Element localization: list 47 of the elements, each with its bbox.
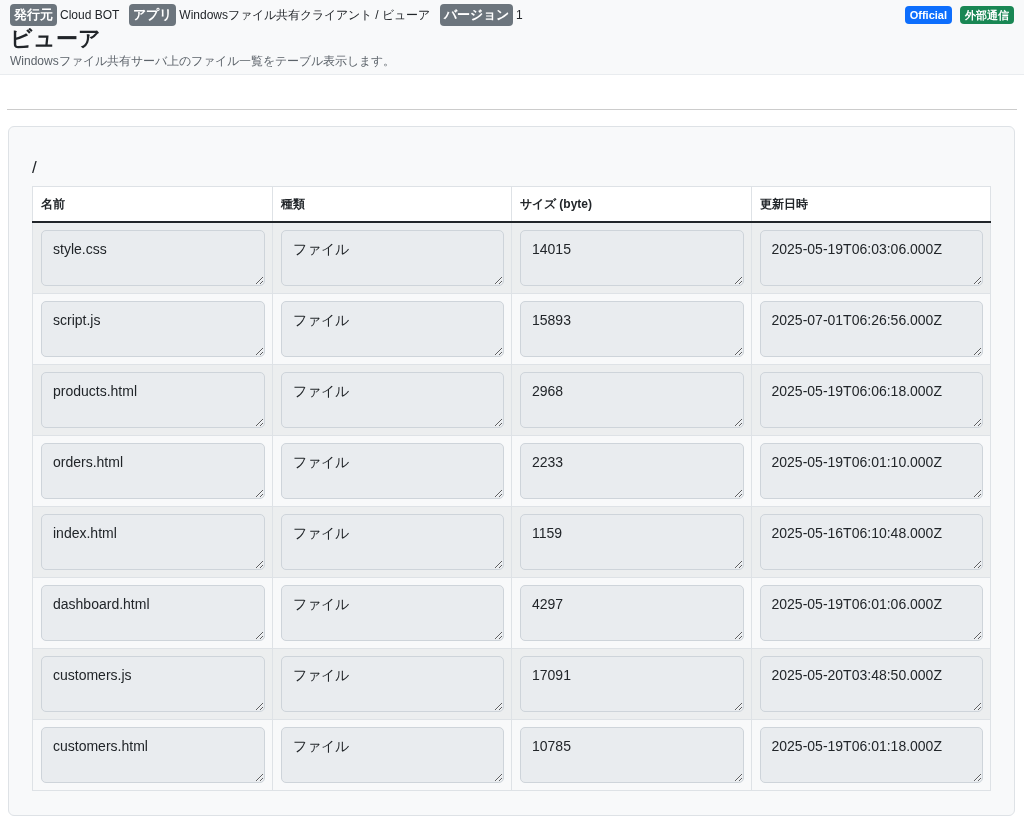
meta-value: Windowsファイル共有クライアント / ビューア	[179, 6, 431, 24]
column-header: 種類	[272, 186, 512, 223]
text-area-field[interactable]: 15893	[520, 301, 744, 358]
column-header: 更新日時	[751, 186, 991, 223]
text-area-field[interactable]: 17091	[520, 656, 744, 713]
text-area-field[interactable]: ファイル	[280, 514, 504, 571]
text-area-field[interactable]: 2025-05-19T06:01:06.000Z	[759, 585, 983, 642]
status-badge: Official	[904, 5, 952, 24]
column-header: 名前	[32, 186, 272, 223]
text-area-field[interactable]: 2025-07-01T06:26:56.000Z	[759, 301, 983, 358]
text-area-field[interactable]: 2025-05-16T06:10:48.000Z	[759, 514, 983, 571]
meta-label: アプリ	[129, 4, 177, 26]
text-area-field[interactable]: 2025-05-20T03:48:50.000Z	[759, 656, 983, 713]
text-area-field[interactable]: ファイル	[280, 372, 504, 429]
status-badge: 外部通信	[960, 5, 1014, 24]
meta-value: 1	[516, 6, 523, 24]
text-area-field[interactable]: 2968	[520, 372, 744, 429]
text-area-field[interactable]: index.html	[41, 514, 265, 571]
text-area-field[interactable]: customers.html	[41, 727, 265, 784]
text-area-field[interactable]: 2025-05-19T06:01:10.000Z	[759, 443, 983, 500]
text-area-field[interactable]: orders.html	[41, 443, 265, 500]
text-area-field[interactable]: dashboard.html	[41, 585, 265, 642]
text-area-field[interactable]: products.html	[41, 372, 265, 429]
meta-label: 発行元	[10, 4, 57, 26]
page-description: Windowsファイル共有サーバ上のファイル一覧をテーブル表示します。	[10, 52, 396, 70]
text-area-field[interactable]: 2025-05-19T06:01:18.000Z	[759, 727, 983, 784]
text-area-field[interactable]: 10785	[520, 727, 744, 784]
path-heading: /	[32, 156, 38, 179]
text-area-field[interactable]: ファイル	[280, 656, 504, 713]
text-area-field[interactable]: 2233	[520, 443, 744, 500]
text-area-field[interactable]: 4297	[520, 585, 744, 642]
text-area-field[interactable]: customers.js	[41, 656, 265, 713]
text-area-field[interactable]: script.js	[41, 301, 265, 358]
meta-value: Cloud BOT	[60, 6, 120, 24]
text-area-field[interactable]: ファイル	[280, 301, 504, 358]
text-area-field[interactable]: style.css	[41, 230, 265, 287]
text-area-field[interactable]: 2025-05-19T06:06:18.000Z	[759, 372, 983, 429]
text-area-field[interactable]: ファイル	[280, 230, 504, 287]
text-area-field[interactable]: 14015	[520, 230, 744, 287]
meta-label: バージョン	[440, 4, 514, 26]
text-area-field[interactable]: 1159	[520, 514, 744, 571]
text-area-field[interactable]: ファイル	[280, 585, 504, 642]
text-area-field[interactable]: ファイル	[280, 443, 504, 500]
page-title: ビューア	[10, 25, 102, 52]
column-header: サイズ (byte)	[511, 186, 751, 223]
text-area-field[interactable]: ファイル	[280, 727, 504, 784]
text-area-field[interactable]: 2025-05-19T06:03:06.000Z	[759, 230, 983, 287]
